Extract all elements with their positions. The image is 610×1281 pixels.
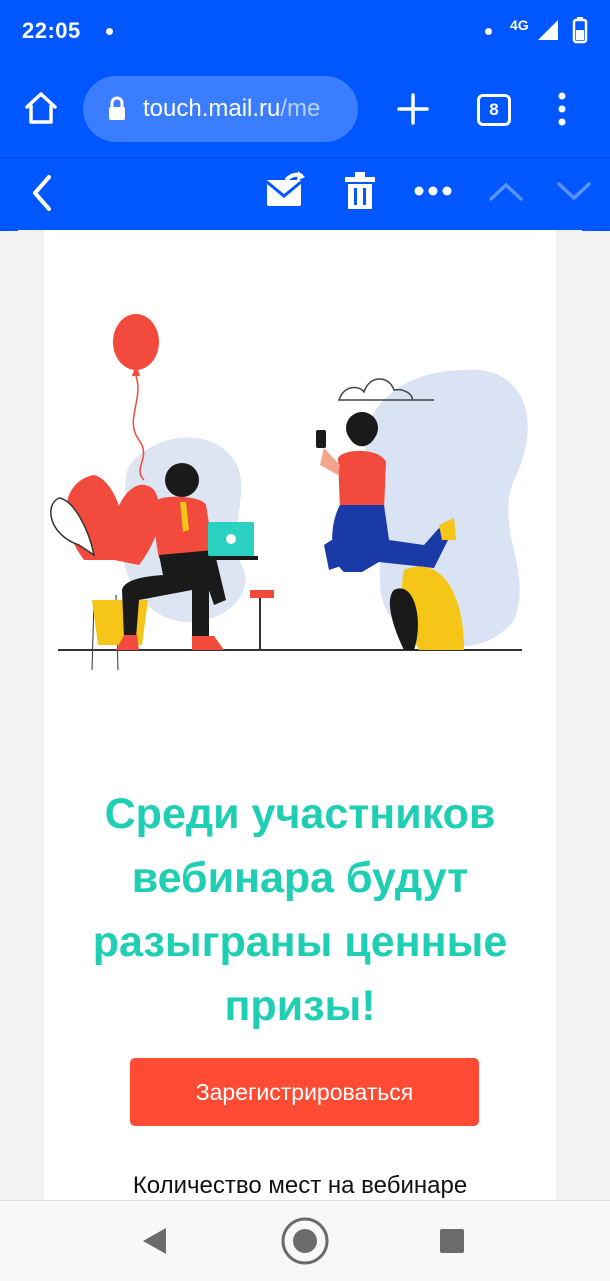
nav-home-icon[interactable] (280, 1216, 330, 1266)
register-button[interactable]: Зарегистрироваться (130, 1058, 479, 1126)
network-type: 4G (510, 17, 529, 33)
status-bar: 22:05 4G (0, 0, 610, 62)
browser-toolbar: touch.mail.ru/me 8 (0, 62, 610, 157)
menu-icon[interactable] (552, 90, 572, 130)
headline-line: вебинара будут (131, 854, 469, 902)
mail-toolbar (0, 157, 610, 231)
headline-line: Среди участников (104, 790, 496, 838)
status-time: 22:05 (22, 18, 81, 43)
move-mail-icon[interactable] (264, 170, 308, 210)
delete-icon[interactable] (344, 172, 376, 210)
lock-icon (109, 96, 125, 120)
back-arrow-icon[interactable] (28, 173, 56, 213)
nav-back-icon[interactable] (140, 1225, 168, 1257)
home-icon[interactable] (22, 89, 60, 127)
headline-line: разыграны ценные (92, 918, 508, 966)
headline-line: призы! (224, 982, 376, 1030)
more-icon[interactable] (414, 184, 452, 198)
seats-text: Количество мест на вебинаре (132, 1172, 468, 1199)
battery-icon (572, 17, 588, 44)
status-dot-icon (485, 28, 492, 35)
signal-icon (538, 20, 558, 40)
system-nav-bar (0, 1200, 610, 1281)
webinar-illustration (50, 314, 528, 670)
email-card: Среди участников вебинара будут разыгран… (44, 230, 556, 1200)
url-path: /me (280, 95, 321, 122)
next-mail-icon[interactable] (556, 180, 592, 202)
promo-headline: Среди участников вебинара будут разыгран… (44, 782, 556, 1038)
email-body: Среди участников вебинара будут разыгран… (18, 230, 582, 1200)
new-tab-icon[interactable] (396, 92, 430, 126)
address-bar[interactable]: touch.mail.ru/me (83, 76, 358, 142)
url-host: touch.mail.ru (143, 95, 281, 122)
previous-mail-icon[interactable] (488, 180, 524, 202)
notification-dot-icon (106, 28, 113, 35)
tab-switcher-button[interactable]: 8 (477, 94, 511, 126)
nav-recents-icon[interactable] (438, 1227, 466, 1255)
url-text: touch.mail.ru/me (143, 95, 320, 123)
